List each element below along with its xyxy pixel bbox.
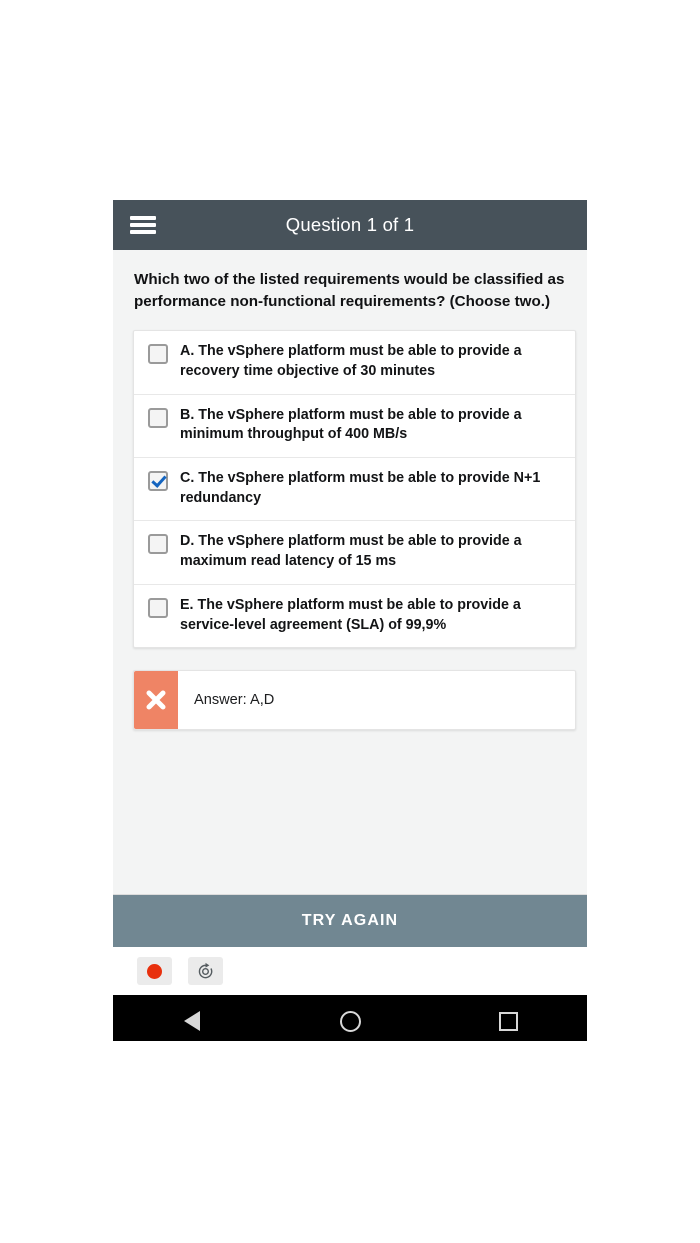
restart-icon[interactable] — [188, 957, 223, 985]
option-b-label: B. The vSphere platform must be able to … — [180, 406, 522, 443]
option-c-label: C. The vSphere platform must be able to … — [180, 470, 541, 506]
checkbox-d[interactable] — [148, 534, 168, 555]
option-d[interactable]: D. The vSphere platform must be able to … — [134, 520, 575, 583]
option-d-label: D. The vSphere platform must be able to … — [180, 533, 522, 570]
cross-icon — [134, 671, 178, 730]
answer-result-card: Answer: A,D — [133, 670, 576, 731]
checkbox-b[interactable] — [148, 407, 168, 428]
phone-screen: Question 1 of 1 Which two of the listed … — [113, 200, 587, 1041]
checkbox-e[interactable] — [148, 597, 168, 618]
hamburger-menu-icon[interactable] — [130, 216, 156, 234]
option-e[interactable]: E. The vSphere platform must be able to … — [134, 583, 575, 647]
app-bar: Question 1 of 1 — [113, 200, 587, 250]
option-b[interactable]: B. The vSphere platform must be able to … — [134, 393, 575, 457]
option-a-label: A. The vSphere platform must be able to … — [180, 343, 522, 379]
try-again-button[interactable]: TRY AGAIN — [113, 894, 587, 947]
record-icon[interactable] — [137, 957, 172, 985]
android-nav-bar — [113, 995, 587, 1041]
question-content: Which two of the listed requirements wou… — [113, 250, 587, 894]
option-e-label: E. The vSphere platform must be able to … — [180, 596, 521, 633]
recorder-toolbar — [113, 947, 587, 995]
answer-label: Answer: A,D — [194, 692, 275, 709]
option-a[interactable]: A. The vSphere platform must be able to … — [134, 331, 575, 393]
home-circle-icon[interactable] — [320, 1010, 380, 1032]
checkbox-a[interactable] — [148, 344, 168, 365]
option-c[interactable]: C. The vSphere platform must be able to … — [134, 457, 575, 520]
recents-square-icon[interactable] — [478, 1011, 538, 1031]
checkbox-c[interactable] — [148, 471, 168, 492]
page-title: Question 1 of 1 — [285, 214, 415, 235]
back-triangle-icon[interactable] — [162, 1011, 222, 1031]
options-list: A. The vSphere platform must be able to … — [133, 330, 576, 649]
question-text: Which two of the listed requirements wou… — [134, 271, 565, 310]
